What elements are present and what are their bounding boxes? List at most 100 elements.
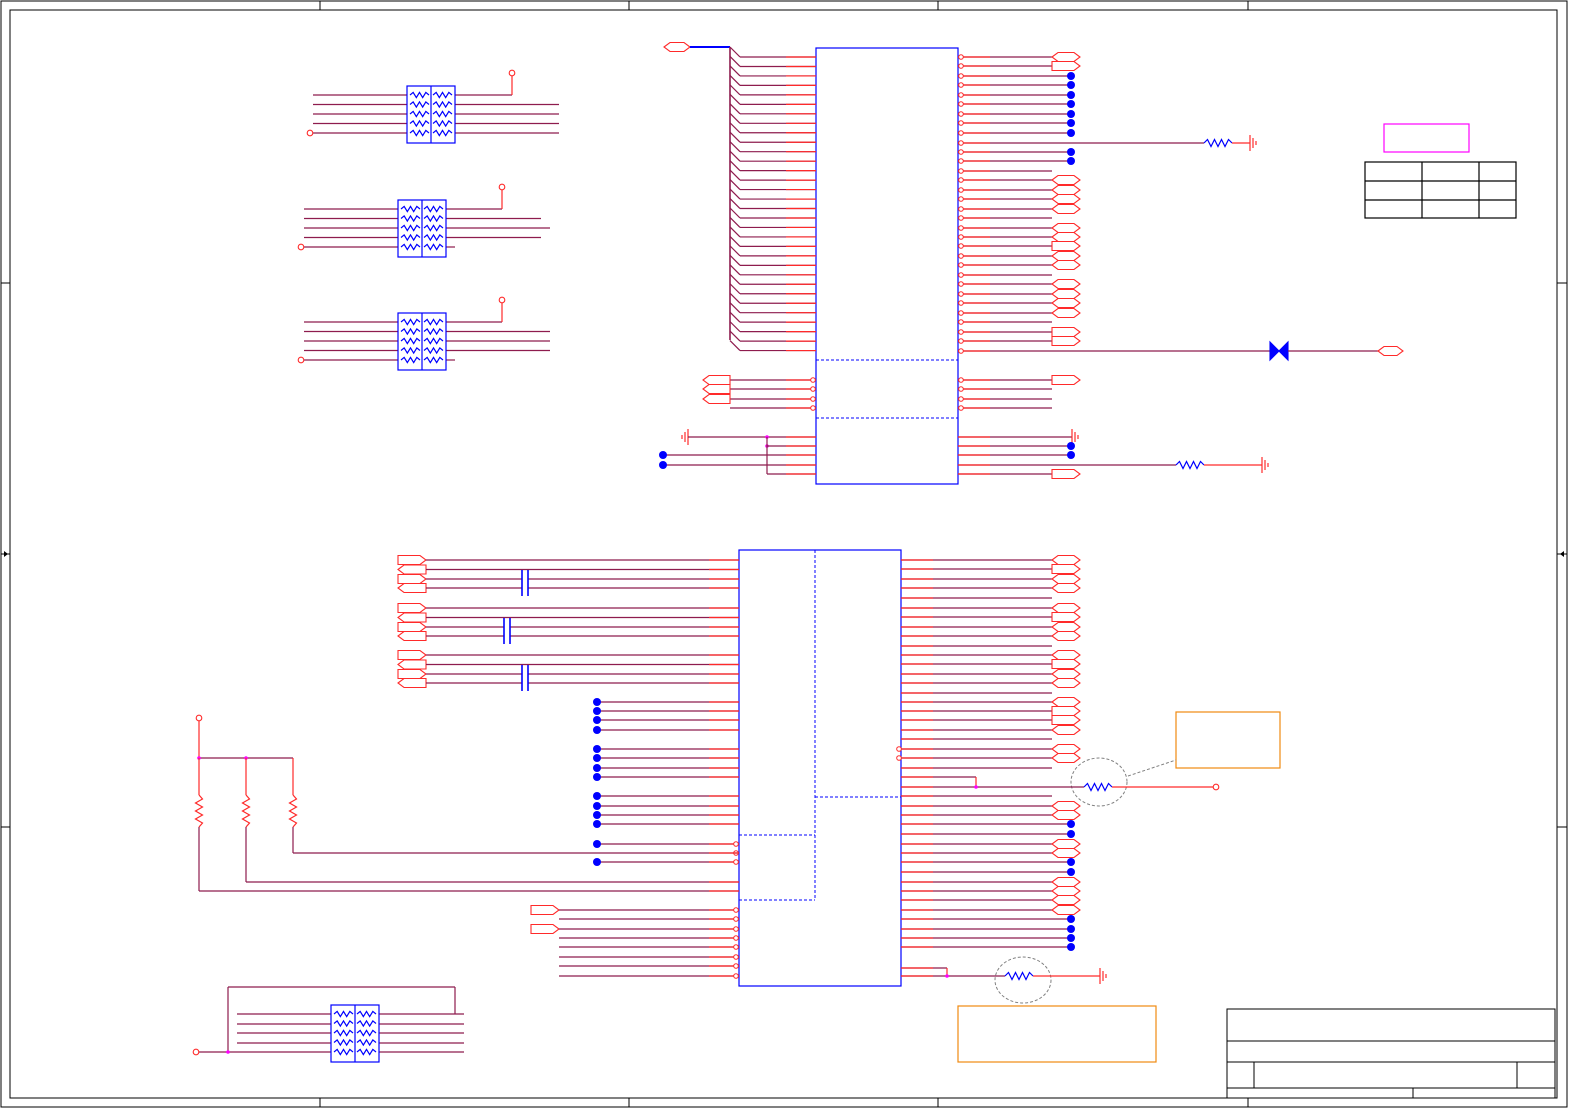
resistor-icon	[400, 356, 421, 364]
resistor-icon	[1083, 782, 1113, 792]
resistor-icon	[423, 337, 444, 345]
pin-bubble	[958, 158, 964, 164]
pin-bubble	[810, 377, 816, 383]
port-flag	[1051, 847, 1081, 859]
port-flag	[663, 41, 691, 53]
bus-entry	[729, 141, 741, 153]
port-flag	[1051, 240, 1081, 252]
port-flag	[1051, 904, 1081, 916]
pin-bubble	[958, 130, 964, 136]
port-flag	[702, 374, 731, 386]
resistor-icon	[423, 327, 444, 336]
pin-bubble	[958, 281, 964, 287]
resistor-icon	[1004, 971, 1034, 981]
note-box	[1175, 711, 1281, 769]
bus-entry	[729, 46, 741, 58]
junction-dot	[1067, 100, 1075, 108]
bus-entry	[729, 283, 741, 295]
resistor-icon	[409, 100, 430, 109]
port-flag	[1051, 335, 1081, 347]
port-flag	[1051, 838, 1081, 850]
junction-dot	[593, 792, 601, 800]
junction-dot	[593, 811, 601, 819]
pin-bubble	[958, 92, 964, 98]
bus-entry	[729, 122, 741, 134]
junction-dot	[1067, 915, 1075, 923]
resistor-icon	[400, 205, 421, 213]
terminal-circle	[508, 69, 516, 77]
junction-dot	[593, 858, 601, 866]
junction-dot	[1067, 943, 1075, 951]
resistor-icon	[423, 214, 444, 223]
pin-bubble	[958, 377, 964, 383]
bus-entry	[729, 264, 741, 276]
bus-entry	[729, 74, 741, 86]
bus-entry	[729, 292, 741, 304]
junction-dot	[593, 716, 601, 724]
pin-bubble	[958, 329, 964, 335]
resistor-icon	[356, 1019, 377, 1028]
pin-bubble	[733, 954, 739, 960]
port-flag	[397, 612, 427, 623]
junction-dot	[974, 785, 978, 789]
title-block	[1226, 1008, 1556, 1099]
bus-entry	[729, 311, 741, 323]
terminal-circle	[192, 1048, 200, 1056]
port-flag	[1051, 307, 1081, 319]
resistor-icon	[400, 318, 421, 326]
resistor-icon	[423, 233, 444, 242]
port-flag	[702, 383, 731, 395]
resistor-icon	[400, 327, 421, 336]
resistor-icon	[400, 337, 421, 345]
resistor-icon	[241, 794, 251, 828]
terminal-circle	[297, 243, 305, 251]
pin-bubble	[958, 73, 964, 79]
bus-entry	[729, 112, 741, 124]
port-flag	[1051, 800, 1081, 812]
pin-bubble	[958, 348, 964, 354]
diode-icon	[1269, 340, 1280, 362]
port-flag	[397, 659, 427, 670]
port-flag	[530, 923, 560, 935]
port-flag	[1051, 809, 1081, 821]
junction-dot	[593, 707, 601, 715]
resistor-icon	[400, 233, 421, 242]
junction-dot	[1067, 81, 1075, 89]
resistor-icon	[1175, 460, 1205, 470]
port-flag	[1051, 885, 1081, 897]
revision-table	[1364, 161, 1517, 219]
resistor-icon	[432, 100, 453, 109]
pin-bubble	[733, 963, 739, 969]
resistor-icon	[356, 1038, 377, 1047]
terminal-circle	[306, 129, 314, 137]
pin-bubble	[958, 396, 964, 402]
port-flag	[1051, 231, 1081, 243]
pin-bubble	[958, 243, 964, 249]
resistor-icon	[333, 1029, 354, 1037]
port-flag	[1051, 374, 1081, 386]
junction-dot	[659, 461, 667, 469]
port-flag	[397, 582, 427, 594]
pin-bubble	[733, 841, 739, 847]
ic-body	[815, 47, 959, 485]
terminal-circle	[498, 296, 506, 304]
port-flag	[1051, 250, 1081, 262]
junction-dot	[593, 764, 601, 772]
resistor-icon	[423, 243, 444, 251]
pin-bubble	[733, 916, 739, 922]
junction-dot	[1067, 830, 1075, 838]
bus-entry	[729, 84, 741, 96]
bus-entry	[729, 330, 741, 342]
bus-entry	[729, 235, 741, 247]
port-flag	[1051, 705, 1081, 717]
pin-bubble	[958, 140, 964, 146]
junction-dot	[593, 820, 601, 828]
highlight-circle	[994, 956, 1052, 1004]
resistor-icon	[400, 214, 421, 223]
port-flag	[1051, 724, 1081, 736]
port-flag	[1051, 649, 1081, 661]
junction-dot	[1067, 451, 1075, 459]
port-flag	[397, 677, 427, 689]
junction-dot	[593, 698, 601, 706]
resistor-icon	[409, 129, 430, 137]
